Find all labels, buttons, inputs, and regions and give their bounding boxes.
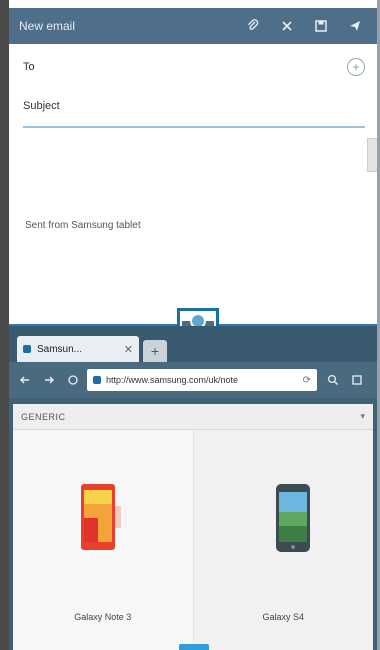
subject-underline xyxy=(23,126,365,128)
url-bar[interactable]: http://www.samsung.com/uk/note ⟳ xyxy=(87,369,317,391)
subject-field[interactable]: Subject xyxy=(23,96,365,120)
email-title: New email xyxy=(19,19,76,33)
menu-icon[interactable] xyxy=(347,370,367,390)
galaxy-note3-image xyxy=(81,484,121,550)
delete-icon[interactable] xyxy=(273,12,301,40)
product-card-s4[interactable]: Galaxy S4 xyxy=(192,430,373,650)
browser-toolbar: http://www.samsung.com/uk/note ⟳ xyxy=(9,362,377,398)
site-icon xyxy=(93,376,101,384)
home-icon[interactable] xyxy=(63,370,83,390)
to-field[interactable]: To + xyxy=(23,54,365,80)
email-app-bar: New email xyxy=(9,8,377,44)
forward-icon[interactable] xyxy=(39,370,59,390)
browser-tab[interactable]: Samsun... ✕ xyxy=(17,336,139,362)
section-label: GENERIC xyxy=(21,411,66,422)
galaxy-s4-image xyxy=(275,484,310,552)
url-text[interactable]: http://www.samsung.com/uk/note xyxy=(106,375,303,385)
send-icon[interactable] xyxy=(341,12,369,40)
product-name: Galaxy S4 xyxy=(262,612,305,622)
email-signature[interactable]: Sent from Samsung tablet xyxy=(25,220,141,231)
favicon-icon xyxy=(23,345,31,353)
product-grid: Galaxy Note 3 Galaxy S4 xyxy=(13,430,373,650)
back-icon[interactable] xyxy=(15,370,35,390)
email-compose-pane: New email To + Subject Sent from Samsung… xyxy=(9,8,377,324)
chevron-down-icon: ▾ xyxy=(360,411,365,421)
to-label: To xyxy=(23,61,35,73)
subject-label: Subject xyxy=(23,100,60,112)
search-icon[interactable] xyxy=(323,370,343,390)
attach-icon[interactable] xyxy=(239,12,267,40)
bottom-pull-tab[interactable] xyxy=(179,644,209,650)
browser-pane: Samsun... ✕ + http://www.samsung.com/uk/… xyxy=(9,326,377,650)
side-scroll-handle[interactable] xyxy=(367,138,377,172)
product-name: Galaxy Note 3 xyxy=(74,612,132,622)
tab-label: Samsun... xyxy=(37,343,83,355)
save-icon[interactable] xyxy=(307,12,335,40)
section-dropdown[interactable]: GENERIC ▾ xyxy=(13,404,373,430)
add-contact-icon[interactable]: + xyxy=(347,58,365,76)
new-tab-button[interactable]: + xyxy=(143,340,167,362)
refresh-icon[interactable]: ⟳ xyxy=(303,375,311,386)
tab-close-icon[interactable]: ✕ xyxy=(124,343,133,356)
product-card-note3[interactable]: Galaxy Note 3 xyxy=(13,430,193,650)
browser-tab-strip: Samsun... ✕ + xyxy=(9,326,377,362)
web-page-content: GENERIC ▾ Galaxy Note 3 Galaxy S4 xyxy=(13,404,373,650)
